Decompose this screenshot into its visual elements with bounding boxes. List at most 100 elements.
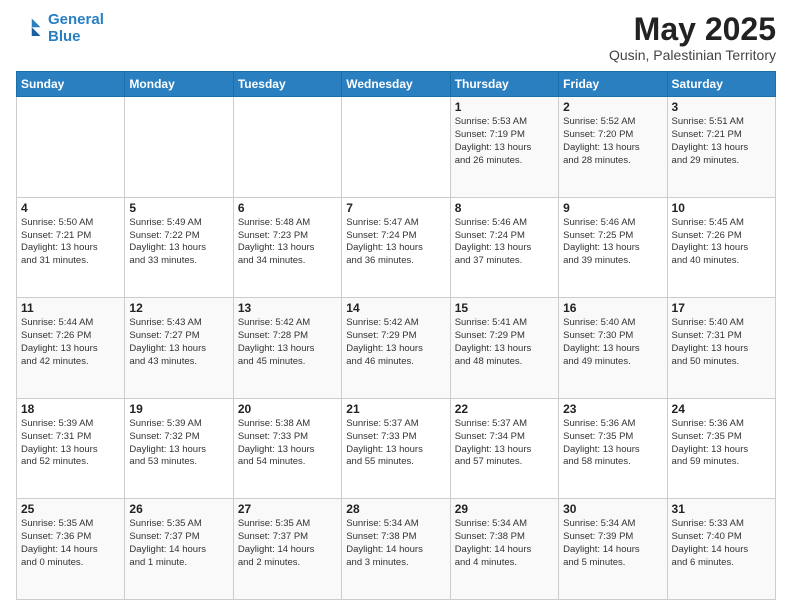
- day-number: 18: [21, 402, 120, 416]
- calendar-cell: 14 Sunrise: 5:42 AMSunset: 7:29 PMDayligh…: [342, 298, 450, 399]
- day-info: Sunrise: 5:42 AMSunset: 7:28 PMDaylight:…: [238, 317, 337, 368]
- day-info: Sunrise: 5:49 AMSunset: 7:22 PMDaylight:…: [129, 217, 228, 268]
- day-number: 25: [21, 502, 120, 516]
- day-info: Sunrise: 5:47 AMSunset: 7:24 PMDaylight:…: [346, 217, 445, 268]
- calendar-cell: 20 Sunrise: 5:38 AMSunset: 7:33 PMDayligh…: [233, 398, 341, 499]
- header: General Blue May 2025 Qusin, Palestinian…: [16, 12, 776, 63]
- day-number: 28: [346, 502, 445, 516]
- day-info: Sunrise: 5:39 AMSunset: 7:31 PMDaylight:…: [21, 418, 120, 469]
- calendar-cell: 31 Sunrise: 5:33 AMSunset: 7:40 PMDayligh…: [667, 499, 775, 600]
- day-info: Sunrise: 5:45 AMSunset: 7:26 PMDaylight:…: [672, 217, 771, 268]
- day-info: Sunrise: 5:39 AMSunset: 7:32 PMDaylight:…: [129, 418, 228, 469]
- day-info: Sunrise: 5:34 AMSunset: 7:38 PMDaylight:…: [455, 518, 554, 569]
- calendar-cell: 28 Sunrise: 5:34 AMSunset: 7:38 PMDayligh…: [342, 499, 450, 600]
- week-row-1: 1 Sunrise: 5:53 AMSunset: 7:19 PMDaylight…: [17, 97, 776, 198]
- page: General Blue May 2025 Qusin, Palestinian…: [0, 0, 792, 612]
- day-number: 7: [346, 201, 445, 215]
- day-number: 14: [346, 301, 445, 315]
- day-number: 20: [238, 402, 337, 416]
- day-info: Sunrise: 5:40 AMSunset: 7:31 PMDaylight:…: [672, 317, 771, 368]
- day-number: 31: [672, 502, 771, 516]
- day-info: Sunrise: 5:52 AMSunset: 7:20 PMDaylight:…: [563, 116, 662, 167]
- calendar-cell: 17 Sunrise: 5:40 AMSunset: 7:31 PMDayligh…: [667, 298, 775, 399]
- logo-icon: [16, 15, 44, 43]
- day-info: Sunrise: 5:41 AMSunset: 7:29 PMDaylight:…: [455, 317, 554, 368]
- day-number: 23: [563, 402, 662, 416]
- day-number: 17: [672, 301, 771, 315]
- logo-general: General: [48, 11, 104, 28]
- day-info: Sunrise: 5:37 AMSunset: 7:34 PMDaylight:…: [455, 418, 554, 469]
- day-number: 30: [563, 502, 662, 516]
- weekday-sunday: Sunday: [17, 72, 125, 97]
- day-info: Sunrise: 5:53 AMSunset: 7:19 PMDaylight:…: [455, 116, 554, 167]
- week-row-2: 4Sunrise: 5:50 AMSunset: 7:21 PMDaylight…: [17, 197, 776, 298]
- day-number: 27: [238, 502, 337, 516]
- calendar-cell: [17, 97, 125, 198]
- day-info: Sunrise: 5:50 AMSunset: 7:21 PMDaylight:…: [21, 217, 120, 268]
- calendar-cell: 30 Sunrise: 5:34 AMSunset: 7:39 PMDayligh…: [559, 499, 667, 600]
- calendar-cell: 6Sunrise: 5:48 AMSunset: 7:23 PMDaylight…: [233, 197, 341, 298]
- day-info: Sunrise: 5:36 AMSunset: 7:35 PMDaylight:…: [563, 418, 662, 469]
- calendar-cell: 2 Sunrise: 5:52 AMSunset: 7:20 PMDaylight…: [559, 97, 667, 198]
- day-info: Sunrise: 5:34 AMSunset: 7:38 PMDaylight:…: [346, 518, 445, 569]
- day-info: Sunrise: 5:42 AMSunset: 7:29 PMDaylight:…: [346, 317, 445, 368]
- calendar-cell: 27 Sunrise: 5:35 AMSunset: 7:37 PMDayligh…: [233, 499, 341, 600]
- calendar: SundayMondayTuesdayWednesdayThursdayFrid…: [16, 71, 776, 600]
- day-info: Sunrise: 5:37 AMSunset: 7:33 PMDaylight:…: [346, 418, 445, 469]
- calendar-cell: 25 Sunrise: 5:35 AMSunset: 7:36 PMDayligh…: [17, 499, 125, 600]
- calendar-cell: 12Sunrise: 5:43 AMSunset: 7:27 PMDayligh…: [125, 298, 233, 399]
- day-info: Sunrise: 5:46 AMSunset: 7:24 PMDaylight:…: [455, 217, 554, 268]
- day-info: Sunrise: 5:35 AMSunset: 7:36 PMDaylight:…: [21, 518, 120, 569]
- day-number: 19: [129, 402, 228, 416]
- day-number: 29: [455, 502, 554, 516]
- calendar-cell: 22 Sunrise: 5:37 AMSunset: 7:34 PMDayligh…: [450, 398, 558, 499]
- day-number: 2: [563, 100, 662, 114]
- day-info: Sunrise: 5:44 AMSunset: 7:26 PMDaylight:…: [21, 317, 120, 368]
- weekday-friday: Friday: [559, 72, 667, 97]
- weekday-saturday: Saturday: [667, 72, 775, 97]
- day-info: Sunrise: 5:33 AMSunset: 7:40 PMDaylight:…: [672, 518, 771, 569]
- day-number: 6: [238, 201, 337, 215]
- day-info: Sunrise: 5:35 AMSunset: 7:37 PMDaylight:…: [238, 518, 337, 569]
- title-block: May 2025 Qusin, Palestinian Territory: [609, 12, 776, 63]
- weekday-monday: Monday: [125, 72, 233, 97]
- week-row-4: 18 Sunrise: 5:39 AMSunset: 7:31 PMDayligh…: [17, 398, 776, 499]
- day-number: 1: [455, 100, 554, 114]
- calendar-cell: 4Sunrise: 5:50 AMSunset: 7:21 PMDaylight…: [17, 197, 125, 298]
- day-number: 22: [455, 402, 554, 416]
- day-info: Sunrise: 5:38 AMSunset: 7:33 PMDaylight:…: [238, 418, 337, 469]
- calendar-cell: 11 Sunrise: 5:44 AMSunset: 7:26 PMDayligh…: [17, 298, 125, 399]
- logo-blue: Blue: [48, 28, 81, 45]
- day-number: 15: [455, 301, 554, 315]
- day-number: 10: [672, 201, 771, 215]
- day-number: 11: [21, 301, 120, 315]
- calendar-cell: 16 Sunrise: 5:40 AMSunset: 7:30 PMDayligh…: [559, 298, 667, 399]
- calendar-cell: [233, 97, 341, 198]
- calendar-cell: 10 Sunrise: 5:45 AMSunset: 7:26 PMDayligh…: [667, 197, 775, 298]
- weekday-header-row: SundayMondayTuesdayWednesdayThursdayFrid…: [17, 72, 776, 97]
- day-number: 26: [129, 502, 228, 516]
- weekday-wednesday: Wednesday: [342, 72, 450, 97]
- main-title: May 2025: [609, 12, 776, 47]
- calendar-cell: 18 Sunrise: 5:39 AMSunset: 7:31 PMDayligh…: [17, 398, 125, 499]
- calendar-cell: 3Sunrise: 5:51 AMSunset: 7:21 PMDaylight…: [667, 97, 775, 198]
- day-info: Sunrise: 5:40 AMSunset: 7:30 PMDaylight:…: [563, 317, 662, 368]
- logo-text: General Blue: [48, 12, 104, 45]
- day-info: Sunrise: 5:34 AMSunset: 7:39 PMDaylight:…: [563, 518, 662, 569]
- week-row-3: 11 Sunrise: 5:44 AMSunset: 7:26 PMDayligh…: [17, 298, 776, 399]
- weekday-tuesday: Tuesday: [233, 72, 341, 97]
- logo: General Blue: [16, 12, 104, 45]
- calendar-cell: 26Sunrise: 5:35 AMSunset: 7:37 PMDayligh…: [125, 499, 233, 600]
- day-number: 5: [129, 201, 228, 215]
- day-number: 8: [455, 201, 554, 215]
- day-number: 13: [238, 301, 337, 315]
- calendar-cell: 7 Sunrise: 5:47 AMSunset: 7:24 PMDaylight…: [342, 197, 450, 298]
- subtitle: Qusin, Palestinian Territory: [609, 47, 776, 63]
- calendar-cell: 21Sunrise: 5:37 AMSunset: 7:33 PMDayligh…: [342, 398, 450, 499]
- calendar-cell: 15 Sunrise: 5:41 AMSunset: 7:29 PMDayligh…: [450, 298, 558, 399]
- week-row-5: 25 Sunrise: 5:35 AMSunset: 7:36 PMDayligh…: [17, 499, 776, 600]
- day-number: 3: [672, 100, 771, 114]
- calendar-cell: 19 Sunrise: 5:39 AMSunset: 7:32 PMDayligh…: [125, 398, 233, 499]
- calendar-header: SundayMondayTuesdayWednesdayThursdayFrid…: [17, 72, 776, 97]
- day-number: 16: [563, 301, 662, 315]
